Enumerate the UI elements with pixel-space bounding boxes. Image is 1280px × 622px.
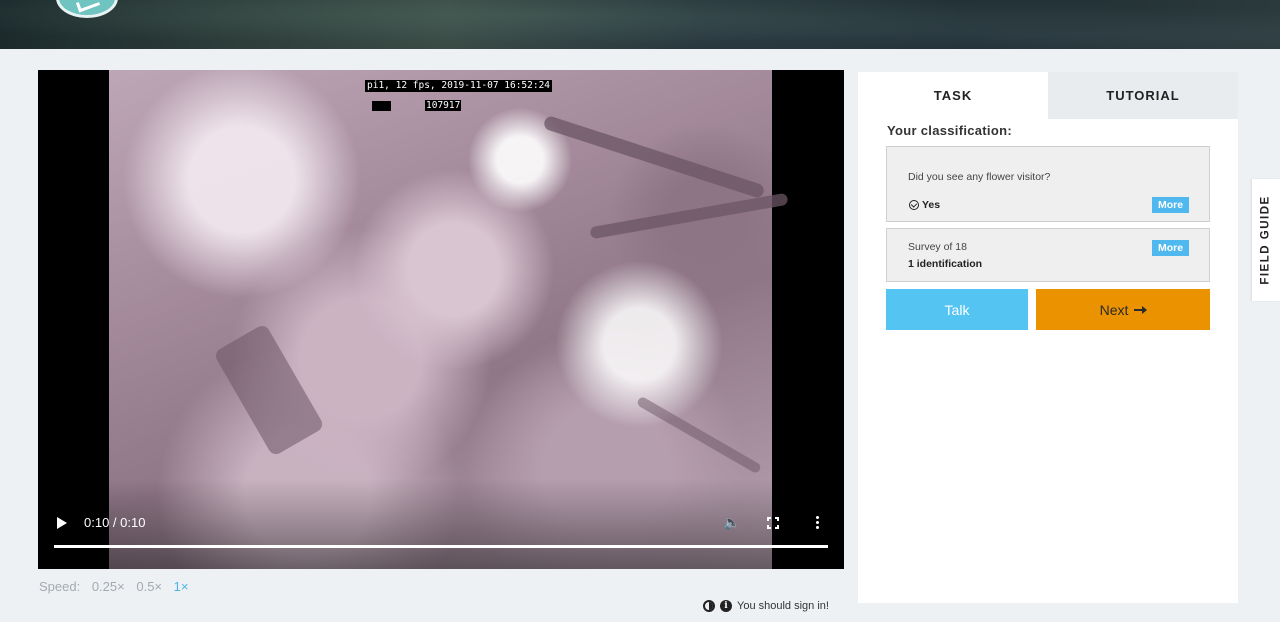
speed-option-0.5[interactable]: 0.5× [136, 579, 162, 594]
identification-count: 1 identification [908, 258, 983, 270]
classification-panel: TASK TUTORIAL Your classification: Did y… [858, 72, 1238, 603]
video-progress-bar[interactable] [54, 545, 828, 548]
classification-heading: Your classification: [887, 123, 1012, 138]
survey-text: Survey of 18 [908, 241, 967, 253]
video-player[interactable]: pi1, 12 fps, 2019-11-07 16:52:24 107917 … [38, 70, 844, 569]
answer: Yes [909, 199, 940, 211]
signin-notice: i You should sign in! [703, 600, 829, 612]
speed-control: Speed: 0.25× 0.5× 1× [39, 579, 196, 594]
info-icon[interactable]: i [720, 600, 732, 612]
tab-tutorial[interactable]: TUTORIAL [1048, 72, 1238, 119]
arrow-right-icon [1134, 305, 1148, 314]
video-overlay-block [372, 101, 391, 111]
next-button-label: Next [1099, 301, 1129, 318]
talk-button-label: Talk [944, 301, 970, 318]
field-guide-label: FIELD GUIDE [1260, 195, 1272, 285]
tab-task[interactable]: TASK [858, 72, 1048, 119]
speed-option-1[interactable]: 1× [174, 579, 189, 594]
question-text: Did you see any flower visitor? [908, 171, 1051, 183]
header-banner [0, 0, 1280, 49]
next-button[interactable]: Next [1036, 289, 1210, 330]
survey-summary-card: Survey of 18 1 identification More [886, 228, 1210, 282]
site-logo[interactable] [56, 0, 118, 18]
more-button[interactable]: More [1152, 197, 1190, 213]
survey-more-button[interactable]: More [1152, 240, 1190, 256]
video-time: 0:10 / 0:10 [84, 515, 146, 530]
talk-button[interactable]: Talk [886, 289, 1028, 330]
field-guide-tab[interactable]: FIELD GUIDE [1252, 179, 1280, 301]
check-circle-icon [909, 200, 919, 210]
contrast-icon[interactable] [703, 600, 715, 612]
play-icon[interactable] [57, 517, 67, 529]
video-timestamp-overlay: pi1, 12 fps, 2019-11-07 16:52:24 [365, 80, 553, 92]
panel-tabs: TASK TUTORIAL [858, 72, 1238, 119]
video-frame-number: 107917 [425, 100, 462, 111]
question-summary-card: Did you see any flower visitor? Yes More [886, 146, 1210, 222]
answer-text: Yes [922, 199, 941, 211]
speed-label: Speed: [39, 579, 81, 594]
more-vertical-icon[interactable] [816, 516, 820, 531]
fullscreen-icon[interactable] [767, 517, 779, 529]
volume-icon[interactable]: 🔈 [723, 514, 740, 531]
speed-option-0.25[interactable]: 0.25× [92, 579, 125, 594]
signin-text[interactable]: You should sign in! [737, 600, 829, 612]
